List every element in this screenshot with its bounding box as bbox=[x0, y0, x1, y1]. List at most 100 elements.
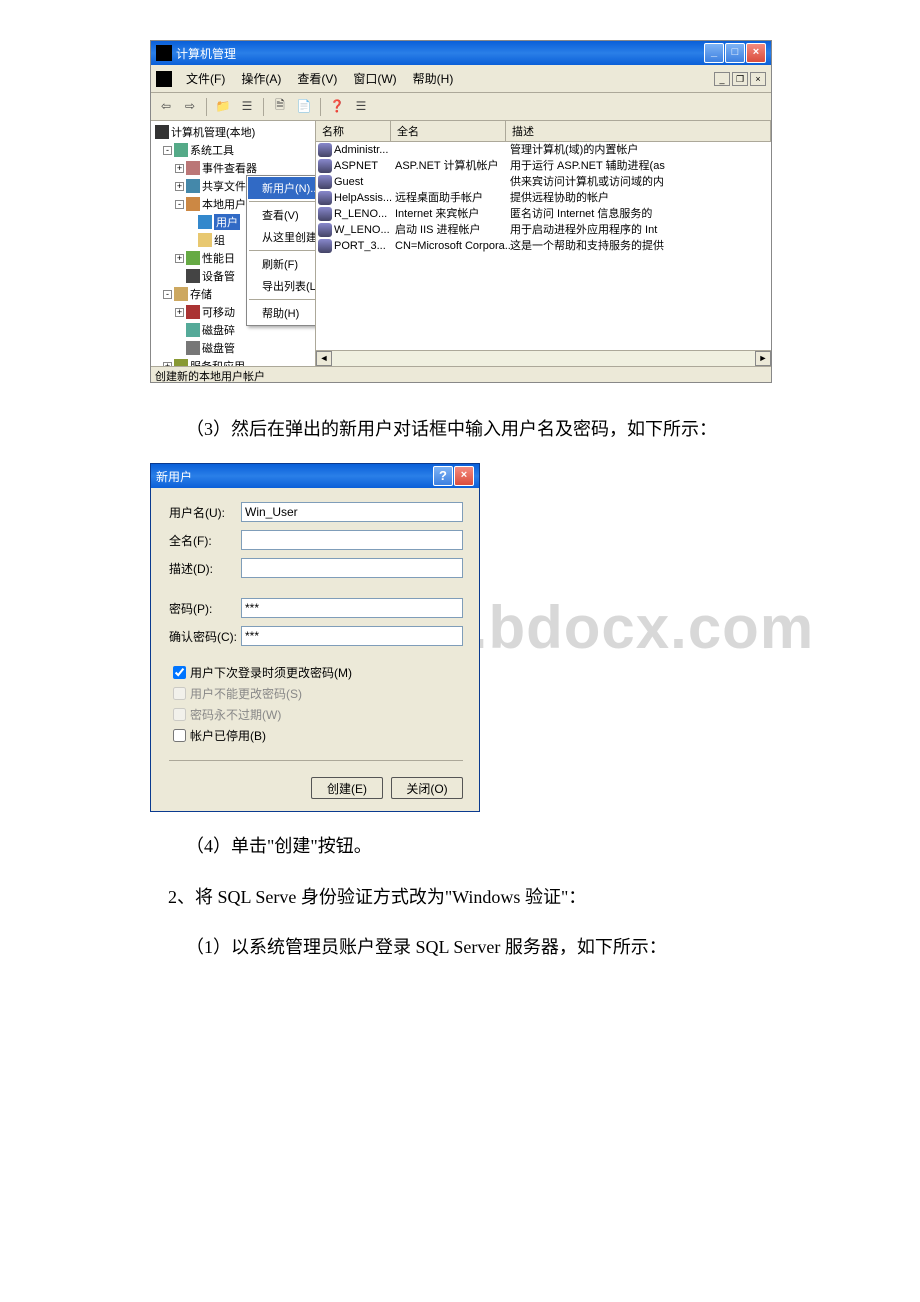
close-button[interactable]: × bbox=[746, 43, 766, 63]
tree-device[interactable]: 设备管 bbox=[202, 268, 235, 284]
list-item[interactable]: PORT_3...CN=Microsoft Corpora...这是一个帮助和支… bbox=[316, 238, 771, 254]
list-item[interactable]: R_LENO...Internet 来宾帐户匿名访问 Internet 信息服务… bbox=[316, 206, 771, 222]
password-input[interactable] bbox=[241, 598, 463, 618]
col-desc[interactable]: 描述 bbox=[506, 121, 771, 141]
username-label: 用户名(U): bbox=[169, 504, 241, 521]
menubar-icon bbox=[156, 71, 172, 87]
menu-action[interactable]: 操作(A) bbox=[233, 68, 289, 89]
tree-root[interactable]: 计算机管理(本地) bbox=[171, 124, 255, 140]
instruction-3: （3）然后在弹出的新用户对话框中输入用户名及密码，如下所示： bbox=[150, 413, 770, 445]
user-icon bbox=[318, 207, 332, 221]
app-icon bbox=[156, 45, 172, 61]
mdi-restore[interactable]: ❐ bbox=[732, 72, 748, 86]
removable-icon bbox=[186, 305, 200, 319]
tree-perf[interactable]: 性能日 bbox=[202, 250, 235, 266]
properties-icon[interactable]: ☰ bbox=[237, 97, 257, 117]
help-icon[interactable]: ❓ bbox=[327, 97, 347, 117]
expand-icon[interactable]: + bbox=[175, 182, 184, 191]
cell-description: 匿名访问 Internet 信息服务的 bbox=[510, 206, 769, 222]
cell-name: R_LENO... bbox=[334, 206, 387, 222]
cell-name: HelpAssis... bbox=[334, 190, 392, 206]
cell-fullname: CN=Microsoft Corpora... bbox=[395, 238, 510, 254]
ctx-view[interactable]: 查看(V) bbox=[248, 204, 316, 226]
tree-users[interactable]: 用户 bbox=[214, 214, 240, 230]
dialog-help-button[interactable]: ? bbox=[433, 466, 453, 486]
mdi-minimize[interactable]: _ bbox=[714, 72, 730, 86]
chk-mustchange[interactable] bbox=[173, 666, 186, 679]
tree-systools[interactable]: 系统工具 bbox=[190, 142, 234, 158]
tree-diskmgmt[interactable]: 磁盘管 bbox=[202, 340, 235, 356]
confirm-input[interactable] bbox=[241, 626, 463, 646]
user-icon bbox=[198, 215, 212, 229]
refresh-icon[interactable]: 🗎 bbox=[270, 97, 290, 117]
scroll-right-icon[interactable]: ► bbox=[755, 351, 771, 366]
tree-groups[interactable]: 组 bbox=[214, 232, 225, 248]
cell-fullname: 启动 IIS 进程帐户 bbox=[395, 222, 510, 238]
user-list-panel: 名称 全名 描述 Administr...管理计算机(域)的内置帐户ASPNET… bbox=[316, 121, 771, 366]
tree-storage[interactable]: 存储 bbox=[190, 286, 212, 302]
scroll-left-icon[interactable]: ◄ bbox=[316, 351, 332, 366]
cell-name: Guest bbox=[334, 174, 363, 190]
back-icon[interactable]: ⇦ bbox=[156, 97, 176, 117]
ctx-newwindow[interactable]: 从这里创建窗口(W) bbox=[248, 226, 316, 248]
up-icon[interactable]: 📁 bbox=[213, 97, 233, 117]
tree-panel: 计算机管理(本地) -系统工具 +事件查看器 +共享文件夹 -本地用户和组 用户… bbox=[151, 121, 316, 366]
description-input[interactable] bbox=[241, 558, 463, 578]
close-button[interactable]: 关闭(O) bbox=[391, 777, 463, 799]
list-item[interactable]: W_LENO...启动 IIS 进程帐户用于启动进程外应用程序的 Int bbox=[316, 222, 771, 238]
chk-neverexpire-label: 密码永不过期(W) bbox=[190, 706, 281, 723]
minimize-button[interactable]: _ bbox=[704, 43, 724, 63]
ctx-newuser[interactable]: 新用户(N)... bbox=[248, 177, 316, 199]
tools-icon bbox=[174, 143, 188, 157]
list-item[interactable]: ASPNETASP.NET 计算机帐户用于运行 ASP.NET 辅助进程(as bbox=[316, 158, 771, 174]
diskmgmt-icon bbox=[186, 341, 200, 355]
ctx-refresh[interactable]: 刷新(F) bbox=[248, 253, 316, 275]
tree-removable[interactable]: 可移动 bbox=[202, 304, 235, 320]
status-bar: 创建新的本地用户帐户 bbox=[151, 366, 771, 382]
chk-disabled[interactable] bbox=[173, 729, 186, 742]
collapse-icon[interactable]: - bbox=[175, 200, 184, 209]
view-icon[interactable]: ☰ bbox=[351, 97, 371, 117]
menu-file[interactable]: 文件(F) bbox=[178, 68, 233, 89]
expand-icon[interactable]: + bbox=[175, 254, 184, 263]
tree-defrag[interactable]: 磁盘碎 bbox=[202, 322, 235, 338]
menu-window[interactable]: 窗口(W) bbox=[345, 68, 404, 89]
dialog-close-button[interactable]: × bbox=[454, 466, 474, 486]
expand-icon[interactable]: + bbox=[163, 362, 172, 367]
collapse-icon[interactable]: - bbox=[163, 146, 172, 155]
menubar: 文件(F) 操作(A) 查看(V) 窗口(W) 帮助(H) _ ❐ × bbox=[151, 65, 771, 93]
maximize-button[interactable]: □ bbox=[725, 43, 745, 63]
list-item[interactable]: HelpAssis...远程桌面助手帐户提供远程协助的帐户 bbox=[316, 190, 771, 206]
cell-name: W_LENO... bbox=[334, 222, 390, 238]
col-full[interactable]: 全名 bbox=[391, 121, 506, 141]
tree-event[interactable]: 事件查看器 bbox=[202, 160, 257, 176]
ctx-export[interactable]: 导出列表(L)... bbox=[248, 275, 316, 297]
user-icon bbox=[318, 143, 332, 157]
user-icon bbox=[318, 223, 332, 237]
collapse-icon[interactable]: - bbox=[163, 290, 172, 299]
ctx-help[interactable]: 帮助(H) bbox=[248, 302, 316, 324]
tree-services[interactable]: 服务和应用 bbox=[190, 358, 245, 366]
cell-fullname bbox=[395, 174, 510, 190]
horizontal-scrollbar[interactable]: ◄ ► bbox=[316, 350, 771, 366]
export-icon[interactable]: 📄 bbox=[294, 97, 314, 117]
menu-view[interactable]: 查看(V) bbox=[289, 68, 345, 89]
col-name[interactable]: 名称 bbox=[316, 121, 391, 141]
list-item[interactable]: Guest供来宾访问计算机或访问域的内 bbox=[316, 174, 771, 190]
context-menu: 新用户(N)... 查看(V) 从这里创建窗口(W) 刷新(F) 导出列表(L)… bbox=[246, 175, 316, 326]
storage-icon bbox=[174, 287, 188, 301]
cell-name: ASPNET bbox=[334, 158, 378, 174]
expand-icon[interactable]: + bbox=[175, 164, 184, 173]
create-button[interactable]: 创建(E) bbox=[311, 777, 383, 799]
expand-icon[interactable]: + bbox=[175, 308, 184, 317]
titlebar: 计算机管理 _ □ × bbox=[151, 41, 771, 65]
window-title: 计算机管理 bbox=[176, 45, 236, 62]
fullname-input[interactable] bbox=[241, 530, 463, 550]
forward-icon[interactable]: ⇨ bbox=[180, 97, 200, 117]
username-input[interactable] bbox=[241, 502, 463, 522]
list-item[interactable]: Administr...管理计算机(域)的内置帐户 bbox=[316, 142, 771, 158]
services-icon bbox=[174, 359, 188, 366]
mdi-close[interactable]: × bbox=[750, 72, 766, 86]
computer-icon bbox=[155, 125, 169, 139]
menu-help[interactable]: 帮助(H) bbox=[405, 68, 462, 89]
